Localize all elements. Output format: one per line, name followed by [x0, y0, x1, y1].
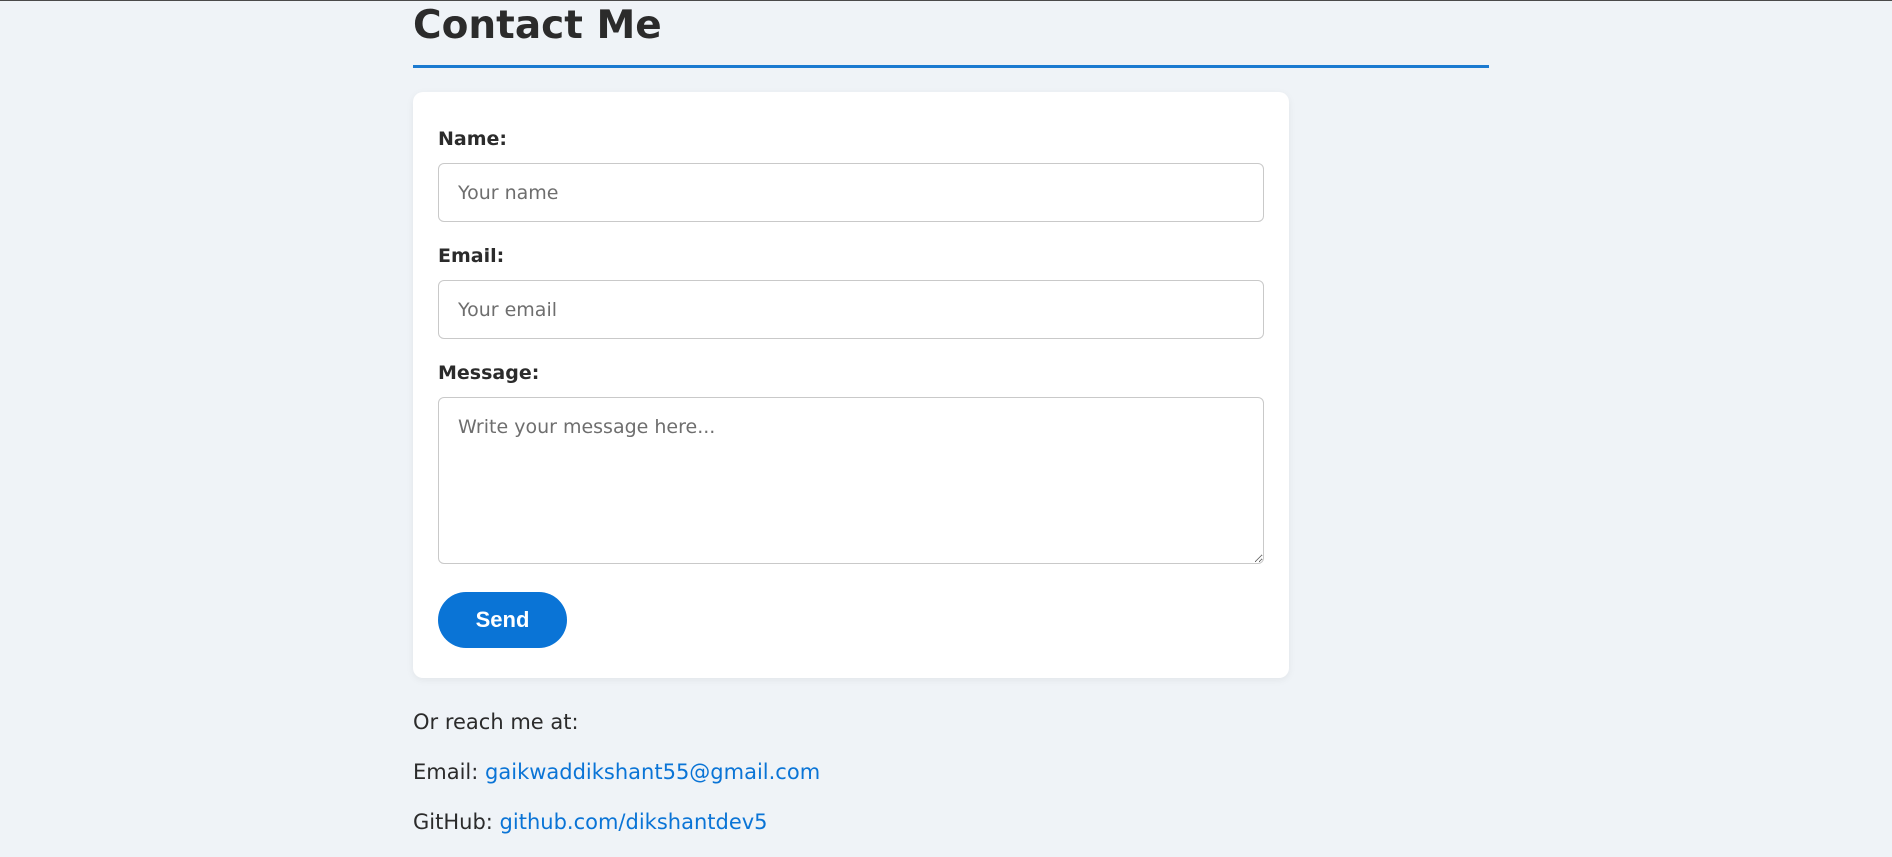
contact-email-line: Email: gaikwaddikshant55@gmail.com: [413, 757, 820, 807]
email-input[interactable]: [438, 280, 1264, 339]
contact-intro: Or reach me at:: [413, 710, 579, 734]
contact-page: Contact Me Name: Email: Message: Send Or…: [413, 1, 1489, 834]
message-textarea[interactable]: [438, 397, 1264, 564]
message-label: Message:: [438, 362, 540, 384]
email-label: Email:: [438, 245, 505, 267]
name-label: Name:: [438, 128, 508, 150]
email-prefix: Email:: [413, 760, 479, 784]
send-button[interactable]: Send: [438, 592, 567, 648]
title-divider: [413, 65, 1489, 68]
contact-info: Or reach me at: Email: gaikwaddikshant55…: [413, 707, 820, 857]
github-prefix: GitHub:: [413, 810, 493, 834]
email-link[interactable]: gaikwaddikshant55@gmail.com: [485, 760, 820, 784]
page-title: Contact Me: [413, 3, 662, 48]
contact-github-line: GitHub: github.com/dikshantdev5: [413, 807, 820, 857]
contact-form-card: Name: Email: Message: Send: [413, 92, 1289, 678]
name-input[interactable]: [438, 163, 1264, 222]
github-link[interactable]: github.com/dikshantdev5: [500, 810, 768, 834]
